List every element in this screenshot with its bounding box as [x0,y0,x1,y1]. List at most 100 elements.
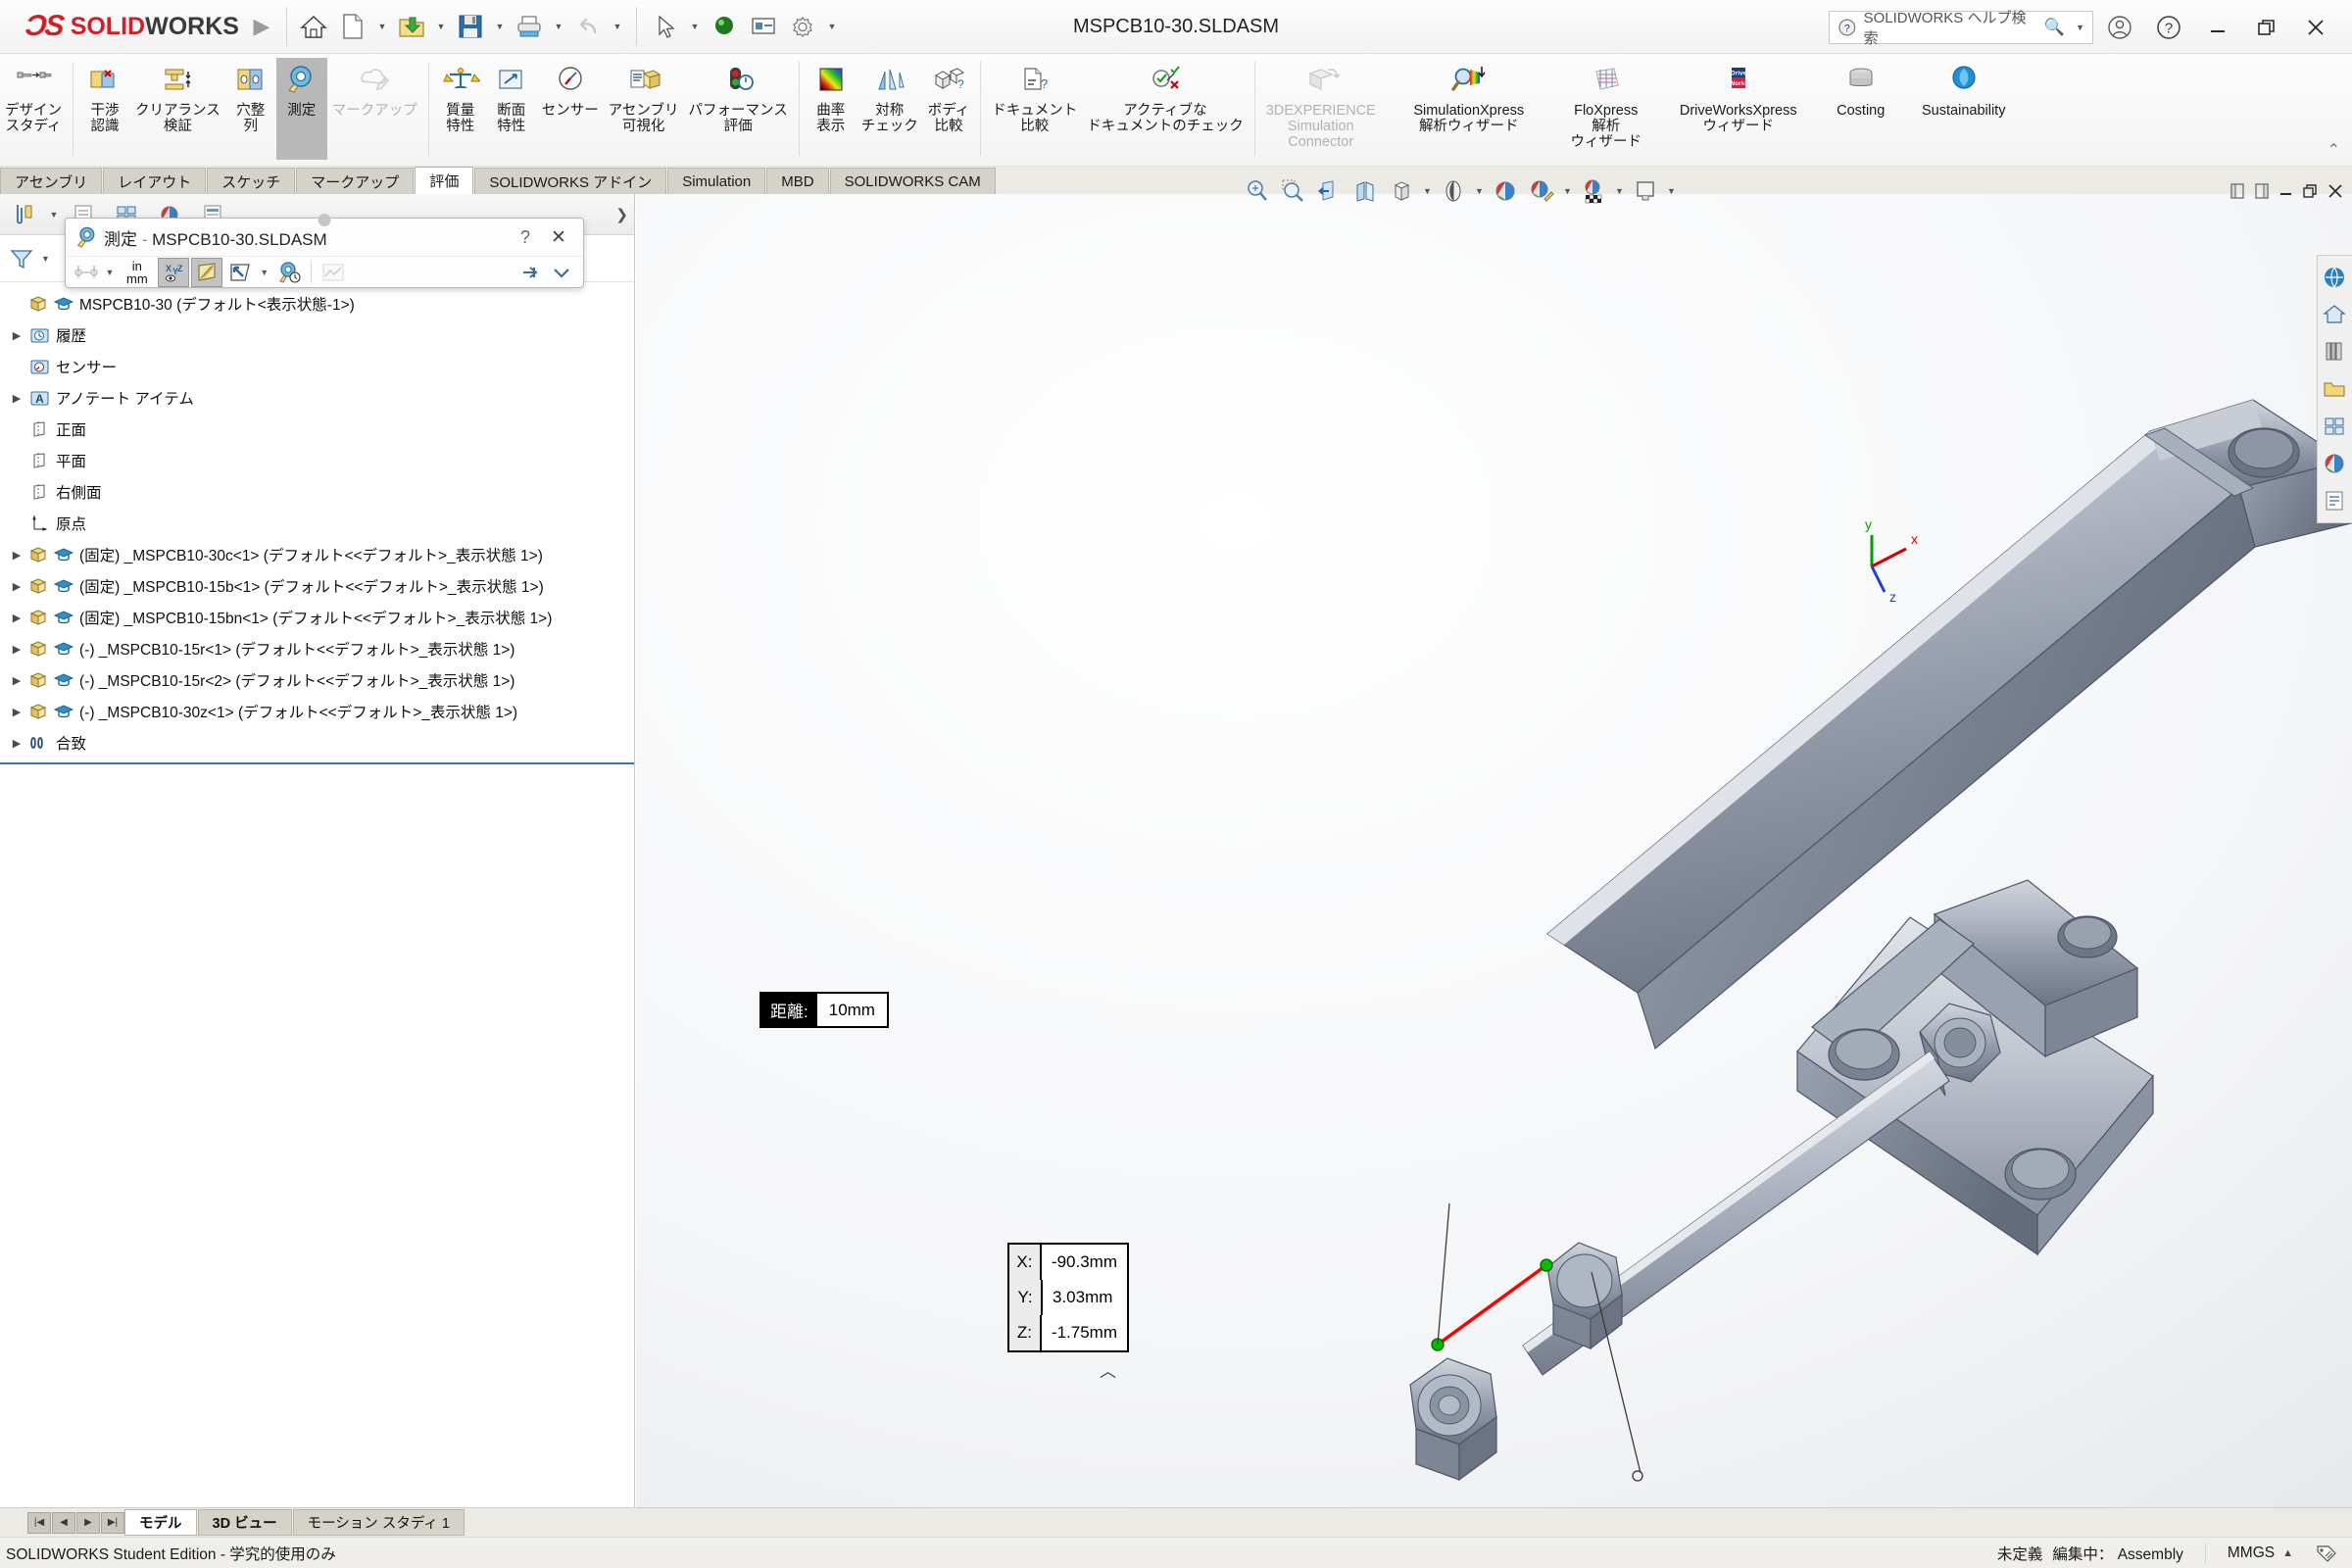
ribbon-driveworksxpress[interactable]: Drive Works DriveWorksXpress ウィザード [1655,58,1822,160]
design-library-icon[interactable] [2318,333,2351,370]
tree-node-front-plane[interactable]: 正面 [0,414,634,445]
show-xyz-icon[interactable]: XYZ [157,257,189,287]
bottom-tab-motion-study[interactable]: モーション スタディ 1 [292,1509,465,1536]
ribbon-document-compare[interactable]: ? ドキュメント 比較 [987,58,1082,160]
tree-node-component-30c[interactable]: ▶ (固定) _MSPCB10-30c<1> (デフォルト<<デフォルト>_表示… [0,539,634,570]
hide-show-items-icon[interactable] [1489,174,1522,208]
nav-next-button[interactable]: ▶ [76,1511,100,1534]
projected-on-icon[interactable] [190,257,222,287]
previous-view-icon[interactable] [1312,174,1346,208]
ribbon-symmetry-check[interactable]: 対称 チェック [857,58,923,160]
tree-expander[interactable]: ▶ [6,674,27,687]
projection-plane-icon[interactable] [224,258,256,287]
ribbon-hole-alignment[interactable]: 穴整 列 [225,58,276,160]
tree-node-mates[interactable]: ▶ 合致 [0,727,634,759]
help-search-input[interactable]: ? SOLIDWORKS ヘルプ検索 🔍 ▼ [1829,10,2093,47]
ribbon-collapse-chevron-icon[interactable]: ⌃ [2328,140,2340,160]
view-orientation-icon[interactable] [1385,174,1418,208]
user-account-icon[interactable] [2097,8,2142,47]
display-style-caret-icon[interactable]: ▼ [1473,186,1486,196]
tree-expander[interactable]: ▶ [6,392,27,405]
measure-history-icon[interactable] [273,258,305,287]
ribbon-check-active-document[interactable]: アクティブな ドキュメントのチェック [1082,58,1249,160]
zoom-to-fit-icon[interactable] [1240,174,1273,208]
appearance-caret-icon[interactable]: ▼ [1561,186,1574,196]
tree-node-sensors[interactable]: センサー [0,351,634,382]
tree-expander[interactable]: ▶ [6,706,27,718]
collapse-chevron-icon[interactable] [546,258,577,287]
custom-properties-tag-icon[interactable] [2315,1543,2338,1564]
search-magnifier-icon[interactable]: 🔍 [2044,18,2065,37]
tab-markup[interactable]: マークアップ [296,168,415,194]
ribbon-body-compare[interactable]: ? ボディ 比較 [923,58,975,160]
ribbon-design-study[interactable]: デザイン スタディ [0,58,67,160]
display-style-icon[interactable] [1437,174,1470,208]
feature-tree-rollback-bar[interactable] [0,762,634,764]
filter-icon[interactable] [8,245,35,272]
measure-dialog[interactable]: 測定 - MSPCB10-30.SLDASM ? ✕ ▼ in mm XYZ ▼ [65,214,584,288]
ribbon-section-properties[interactable]: 断面 特性 [486,58,537,160]
restore-doc-right-icon[interactable] [2253,182,2271,200]
tree-node-top-plane[interactable]: 平面 [0,445,634,476]
filter-caret-icon[interactable]: ▼ [41,254,50,264]
tab-layout[interactable]: レイアウト [103,168,207,194]
tree-node-component-15r-1[interactable]: ▶ (-) _MSPCB10-15r<1> (デフォルト<<デフォルト>_表示状… [0,633,634,664]
ribbon-curvature-display[interactable]: 曲率 表示 [806,58,857,160]
file-explorer-icon[interactable] [2318,370,2351,408]
bottom-tab-model[interactable]: モデル [124,1509,197,1536]
custom-properties-icon[interactable] [2318,482,2351,519]
tree-expander[interactable]: ▶ [6,612,27,624]
view-orientation-caret-icon[interactable]: ▼ [1421,186,1434,196]
search-caret-icon[interactable]: ▼ [2076,23,2084,32]
appearances-scenes-icon[interactable] [2318,445,2351,482]
feature-manager-caret-icon[interactable]: ▼ [47,210,61,220]
tree-node-component-30z[interactable]: ▶ (-) _MSPCB10-30z<1> (デフォルト<<デフォルト>_表示状… [0,696,634,727]
doc-minimize-button[interactable] [2278,182,2295,200]
tab-evaluate[interactable]: 評価 [415,167,474,194]
units-precision-icon[interactable]: in mm [119,258,156,287]
tree-root-node[interactable]: MSPCB10-30 (デフォルト<表示状態-1>) [0,288,634,319]
panel-expand-arrow-icon[interactable]: ❯ [615,206,628,223]
nav-last-button[interactable]: ▶| [101,1511,124,1534]
edit-appearance-icon[interactable] [1525,174,1558,208]
bottom-tab-3dviews[interactable]: 3D ビュー [197,1509,292,1536]
status-units-caret-icon[interactable]: ▲ [2282,1547,2293,1559]
ribbon-costing[interactable]: Costing [1822,58,1900,160]
tree-node-history[interactable]: ▶ 履歴 [0,319,634,351]
minimize-button[interactable] [2195,8,2240,47]
xyz-callout-collapse-icon[interactable]: ︿ [1100,1357,1116,1382]
tree-expander[interactable]: ▶ [6,643,27,656]
feature-manager-tab[interactable] [4,196,45,233]
ribbon-measure[interactable]: 測定 [275,58,327,160]
tab-solidworks-addins[interactable]: SOLIDWORKS アドイン [474,168,667,194]
sw-resources-icon[interactable] [2318,296,2351,333]
distance-callout[interactable]: 距離: 10mm [760,992,889,1028]
tree-node-annotations[interactable]: ▶ A アノテート アイテム [0,382,634,414]
apply-scene-icon[interactable] [1577,174,1610,208]
zoom-area-icon[interactable] [1276,174,1309,208]
ribbon-floxpress[interactable]: FloXpress 解析 ウィザード [1557,58,1655,160]
tree-node-right-plane[interactable]: 右側面 [0,476,634,508]
tree-expander[interactable]: ▶ [6,580,27,593]
xyz-callout[interactable]: X: -90.3mm Y: 3.03mm Z: -1.75mm [1007,1243,1129,1352]
dialog-drag-handle[interactable] [318,214,331,226]
tree-expander[interactable]: ▶ [6,737,27,750]
projection-plane-caret-icon[interactable]: ▼ [258,268,271,277]
help-icon[interactable]: ? [2146,8,2191,47]
maximize-restore-button[interactable] [2244,8,2289,47]
doc-maximize-button[interactable] [2302,182,2320,200]
tab-solidworks-cam[interactable]: SOLIDWORKS CAM [829,168,996,194]
ribbon-sustainability[interactable]: Sustainability [1900,58,2028,160]
ribbon-simulationxpress[interactable]: SimulationXpress 解析ウィザード [1381,58,1557,160]
pin-icon[interactable] [514,258,546,287]
tree-node-component-15b[interactable]: ▶ (固定) _MSPCB10-15b<1> (デフォルト<<デフォルト>_表示… [0,570,634,602]
nav-first-button[interactable]: |◀ [27,1511,51,1534]
tab-sketch[interactable]: スケッチ [207,168,296,194]
status-units[interactable]: MMGS [2228,1544,2275,1562]
tab-mbd[interactable]: MBD [766,168,829,194]
tree-node-origin[interactable]: 原点 [0,508,634,539]
view-palette-icon[interactable] [2318,408,2351,445]
ribbon-performance-evaluation[interactable]: パフォーマンス 評価 [684,58,793,160]
tree-expander[interactable]: ▶ [6,329,27,342]
measure-close-button[interactable]: ✕ [542,226,575,249]
